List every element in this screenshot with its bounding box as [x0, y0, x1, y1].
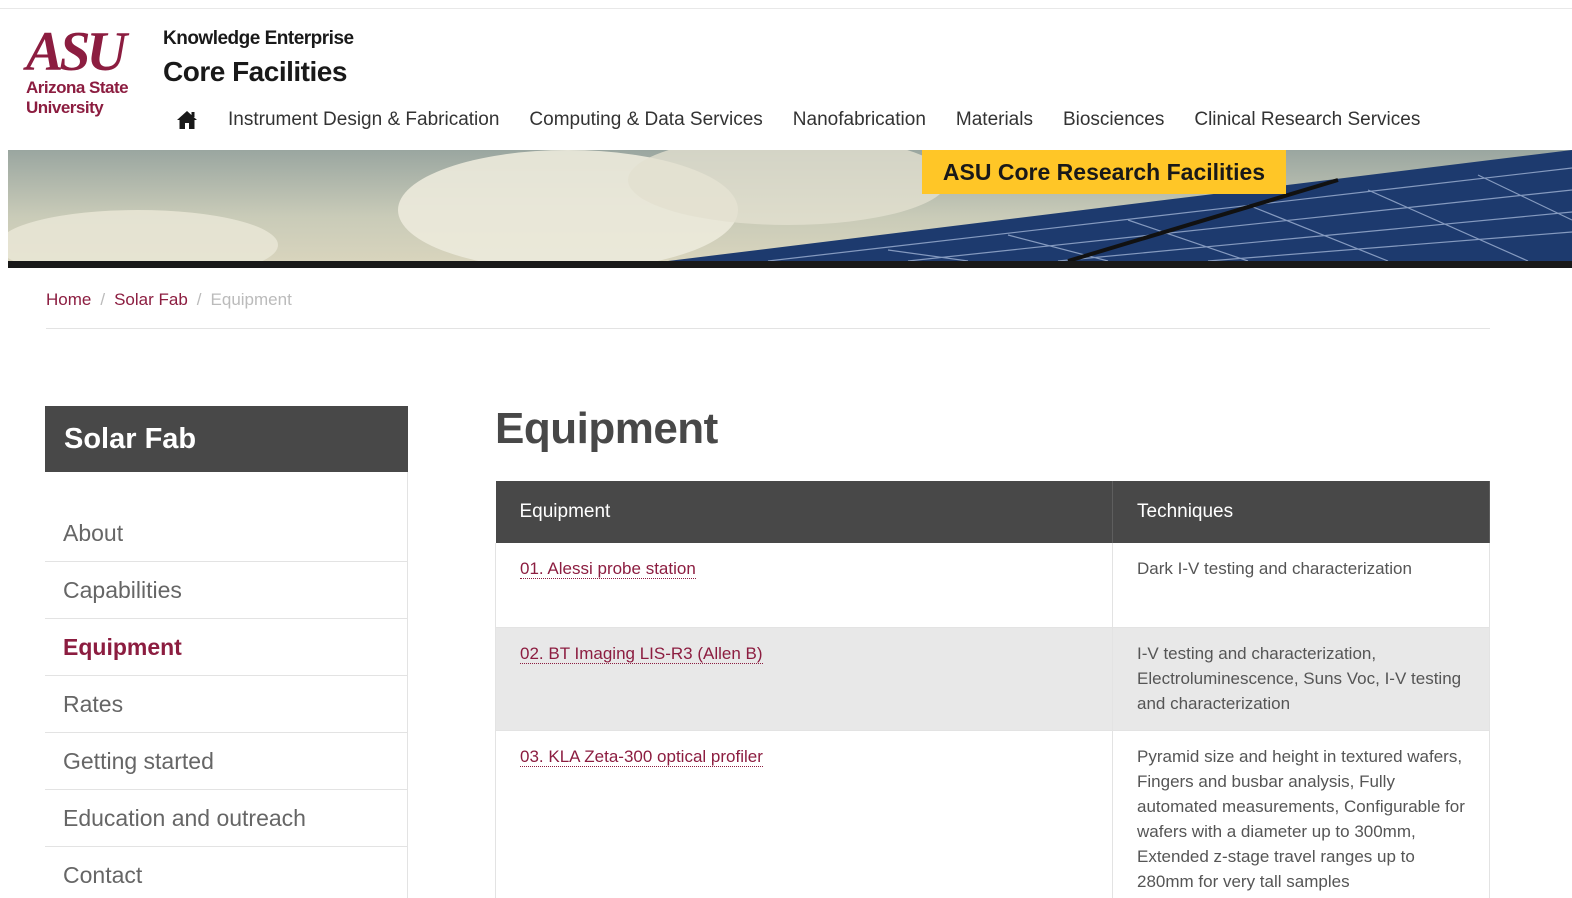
sidebar-menu: About Capabilities Equipment Rates Getti…	[45, 472, 408, 898]
column-header-equipment: Equipment	[495, 481, 1113, 543]
equipment-link[interactable]: 03. KLA Zeta-300 optical profiler	[520, 746, 763, 767]
sidebar-item-about[interactable]: About	[45, 506, 407, 562]
techniques-cell: I-V testing and characterization, Electr…	[1112, 627, 1490, 731]
sidebar-item-rates[interactable]: Rates	[45, 676, 407, 733]
nav-clinical-research[interactable]: Clinical Research Services	[1194, 109, 1420, 131]
top-divider	[0, 8, 1572, 9]
asu-logo-mark: ASU	[26, 21, 127, 83]
table-row: 03. KLA Zeta-300 optical profiler Pyrami…	[495, 730, 1490, 898]
breadcrumb-separator: /	[100, 290, 106, 309]
equipment-link[interactable]: 01. Alessi probe station	[520, 559, 696, 579]
hero-tag[interactable]: ASU Core Research Facilities	[922, 150, 1286, 194]
breadcrumb-home[interactable]: Home	[46, 290, 91, 310]
equipment-table: Equipment Techniques 01. Alessi probe st…	[495, 481, 1490, 898]
nav-computing-data[interactable]: Computing & Data Services	[529, 109, 762, 131]
breadcrumb-current: Equipment	[210, 290, 292, 309]
breadcrumb-divider	[46, 328, 1490, 329]
breadcrumb-solar-fab[interactable]: Solar Fab	[114, 290, 188, 310]
techniques-cell: Pyramid size and height in textured wafe…	[1112, 730, 1490, 898]
nav-materials[interactable]: Materials	[956, 109, 1033, 131]
home-icon[interactable]	[176, 109, 198, 131]
sidebar: Solar Fab About Capabilities Equipment R…	[45, 406, 408, 898]
sidebar-item-equipment[interactable]: Equipment	[45, 619, 407, 676]
sidebar-item-contact[interactable]: Contact	[45, 847, 407, 898]
table-row: 02. BT Imaging LIS-R3 (Allen B) I-V test…	[495, 627, 1490, 731]
sidebar-item-getting-started[interactable]: Getting started	[45, 733, 407, 790]
breadcrumb-separator: /	[196, 290, 202, 309]
hero-image	[8, 150, 1572, 261]
hero-banner: ASU Core Research Facilities	[8, 150, 1572, 268]
breadcrumb: Home / Solar Fab / Equipment	[46, 290, 292, 310]
equipment-cell: 01. Alessi probe station	[495, 543, 1113, 628]
sidebar-title[interactable]: Solar Fab	[45, 406, 408, 472]
main-nav: Instrument Design & Fabrication Computin…	[176, 104, 1450, 136]
asu-logo[interactable]: ASU Arizona State University	[26, 21, 150, 126]
equipment-link[interactable]: 02. BT Imaging LIS-R3 (Allen B)	[520, 643, 763, 664]
sidebar-item-capabilities[interactable]: Capabilities	[45, 562, 407, 619]
sidebar-item-education-outreach[interactable]: Education and outreach	[45, 790, 407, 847]
nav-biosciences[interactable]: Biosciences	[1063, 109, 1164, 131]
logo-line-2: University	[26, 98, 104, 117]
table-row: 01. Alessi probe station Dark I-V testin…	[495, 543, 1490, 628]
column-header-techniques: Techniques	[1112, 481, 1490, 543]
table-header-row: Equipment Techniques	[495, 481, 1490, 543]
equipment-cell: 03. KLA Zeta-300 optical profiler	[495, 730, 1113, 898]
site-kicker[interactable]: Knowledge Enterprise	[163, 28, 354, 50]
nav-nanofabrication[interactable]: Nanofabrication	[793, 109, 926, 131]
techniques-cell: Dark I-V testing and characterization	[1112, 543, 1490, 628]
nav-instrument-design[interactable]: Instrument Design & Fabrication	[228, 109, 499, 131]
site-title[interactable]: Core Facilities	[163, 56, 347, 88]
page-title: Equipment	[495, 404, 718, 453]
equipment-cell: 02. BT Imaging LIS-R3 (Allen B)	[495, 627, 1113, 731]
logo-line-1: Arizona State	[26, 78, 129, 97]
